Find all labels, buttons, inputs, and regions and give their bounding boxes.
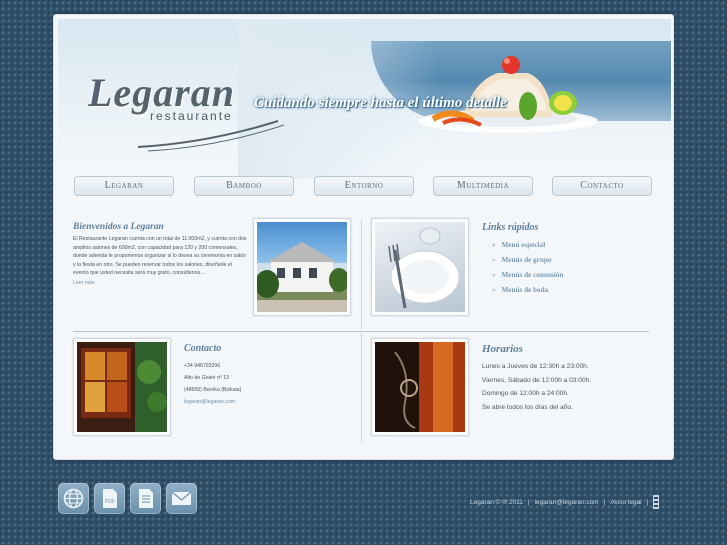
footer-email-link[interactable]: legaran@legaran.com — [535, 499, 599, 506]
arrow-icon: » — [492, 241, 496, 249]
link-menus-grupo[interactable]: » Menús de grupo — [492, 253, 662, 268]
link-menu-especial[interactable]: » Menú especial — [492, 238, 662, 253]
quick-links-section: Links rápidos » Menú especial » Menús de g… — [482, 222, 662, 298]
arrow-icon: » — [492, 256, 496, 264]
nav-legaran[interactable]: Legaran — [74, 176, 174, 196]
column-divider-bottom — [361, 333, 362, 443]
contact-email-link[interactable]: legaran@legaran.com — [184, 396, 354, 408]
table-setting-photo — [371, 218, 469, 316]
main-frame: Legaran restaurante Cuidando siempre has… — [53, 14, 674, 460]
hours-section: Horarios Lunes a Jueves de 12:30h a 23:0… — [482, 343, 662, 414]
arrow-icon: » — [492, 286, 496, 294]
nav-contacto[interactable]: Contacto — [552, 176, 652, 196]
footer-copyright: Legaran © ® 2011 — [470, 498, 523, 506]
header-tagline: Cuidando siempre hasta el último detalle — [254, 95, 507, 111]
footer-legal-link[interactable]: Aviso legal — [610, 499, 641, 506]
document-icon[interactable] — [130, 483, 161, 514]
contact-phone: +34 946793296 — [184, 363, 221, 369]
column-divider-top — [361, 219, 362, 329]
dessert-image — [418, 56, 598, 133]
logo-subtitle: restaurante — [150, 109, 233, 123]
hours-title: Horarios — [482, 343, 523, 355]
links-title: Links rápidos — [482, 222, 539, 233]
building-image — [257, 242, 347, 312]
welcome-section: Bienvenidos a Legaran El Restaurante Leg… — [73, 222, 248, 287]
header-banner: Legaran restaurante Cuidando siempre has… — [58, 19, 671, 179]
pdf-icon[interactable]: PDF — [94, 483, 125, 514]
cutlery-image — [388, 227, 460, 309]
lamp-detail-photo — [371, 338, 469, 436]
row-divider — [73, 331, 649, 332]
lamp-image — [375, 342, 465, 432]
w3c-badge-icon[interactable] — [653, 495, 660, 509]
nav-bamboo[interactable]: Bamboo — [194, 176, 294, 196]
hours-note: Se abre todos los días del año. — [482, 403, 573, 411]
contact-city: (48650) Barrika (Bizkaia) — [184, 387, 242, 393]
contact-section: Contacto +34 946793296 Alto de Goieri nº… — [184, 343, 354, 408]
mail-icon[interactable] — [166, 483, 197, 514]
welcome-title: Bienvenidos a Legaran — [73, 222, 164, 232]
welcome-more-link[interactable]: Leer más — [73, 279, 248, 288]
link-menus-boda[interactable]: » Menús de boda — [492, 283, 662, 298]
hours-weekend: Viernes, Sábado de 12:00h a 03:00h. — [482, 376, 592, 384]
logo[interactable]: Legaran restaurante — [88, 69, 285, 152]
globe-icon[interactable] — [58, 483, 89, 514]
contact-address: Alto de Goieri nº 13 — [184, 375, 229, 381]
nav-multimedia[interactable]: Multimedia — [433, 176, 533, 196]
interior-window-photo — [73, 338, 171, 436]
contact-title: Contacto — [184, 343, 222, 354]
restaurant-building-photo — [253, 218, 351, 316]
link-menus-comunion[interactable]: » Menús de comunión — [492, 268, 662, 283]
welcome-body: El Restaurante Legaran cuenta con un tot… — [73, 236, 247, 276]
nav-entorno[interactable]: Entorno — [314, 176, 414, 196]
main-nav: Legaran Bamboo Entorno Multimedia Contac… — [74, 176, 654, 196]
footer-text: Legaran © ® 2011 | legaran@legaran.com | Avi… — [470, 495, 675, 509]
hours-sunday: Domingo de 12:00h a 24:00h. — [482, 390, 569, 397]
interior-image — [77, 342, 167, 432]
arrow-icon: » — [492, 271, 496, 279]
hours-weekdays: Lunes a Jueves de 12:30h a 23:00h. — [482, 363, 589, 370]
svg-text:PDF: PDF — [105, 499, 115, 505]
